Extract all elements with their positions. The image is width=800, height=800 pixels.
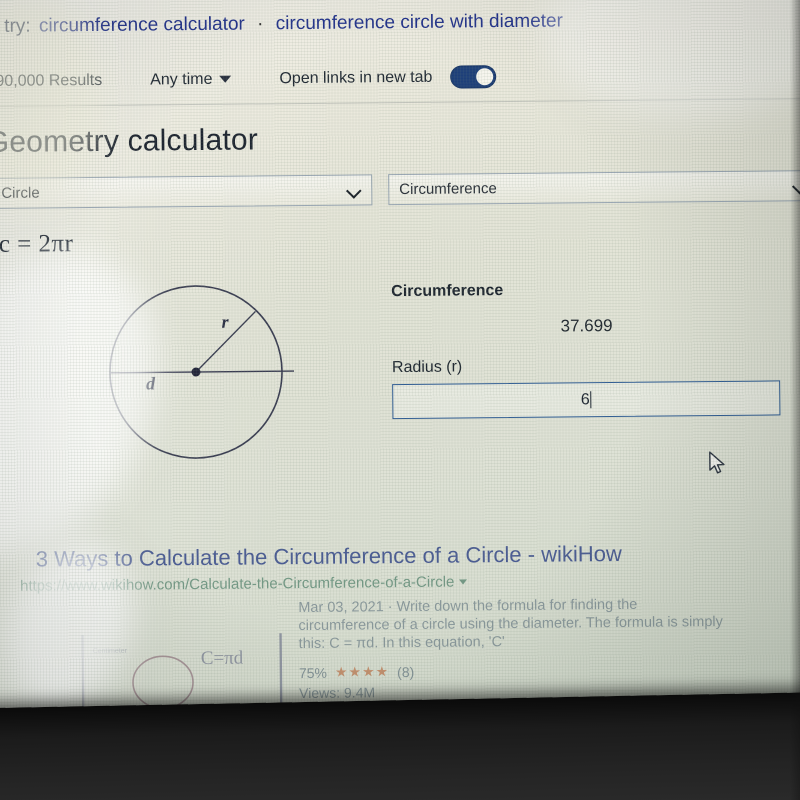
page-title: Geometry calculator (0, 123, 259, 160)
dropbox-icon[interactable] (723, 708, 785, 751)
circle-diagram-svg (109, 285, 295, 459)
results-count: 9,990,000 Results (0, 71, 103, 90)
property-select[interactable]: Circumference (388, 170, 800, 206)
task-view-icon[interactable] (351, 712, 413, 755)
diameter-label: d (146, 373, 156, 394)
text-app-icon[interactable]: a (661, 709, 723, 752)
cortana-icon[interactable] (289, 713, 351, 756)
thumbnail-formula-text: C=πd (201, 648, 244, 669)
results-filter-row: 9,990,000 Results Any time Open links in… (0, 65, 497, 93)
chevron-down-icon (793, 179, 800, 193)
caret-down-icon[interactable] (459, 579, 468, 585)
chevron-down-icon (219, 75, 232, 83)
result-views: Views: 9.4M (299, 684, 376, 702)
taskbar-icons: 1 a (289, 708, 785, 755)
shape-select-value: Circle (1, 184, 40, 202)
rating-percent: 75% (298, 664, 328, 681)
edge-icon[interactable] (413, 711, 475, 754)
also-try-link-1[interactable]: circumference calculator (36, 14, 248, 37)
result-title-link[interactable]: 3 Ways to Calculate the Circumference of… (36, 541, 622, 573)
also-try-link-2[interactable]: circumference circle with diameter (273, 10, 566, 34)
open-links-toggle[interactable] (450, 65, 497, 89)
section-divider (0, 97, 800, 108)
store-icon[interactable] (475, 711, 537, 754)
also-try-separator: · (257, 13, 264, 35)
formula-text: c = 2πr (0, 230, 74, 258)
result-label: Circumference (391, 282, 504, 301)
taskbar-search-underline (47, 731, 198, 734)
result-url[interactable]: https://www.wikihow.com/Calculate-the-Ci… (19, 573, 468, 595)
result-rating: 75% ★★★★ (8) (299, 663, 415, 681)
thumbnail-caption-text: Centimeter (93, 648, 128, 655)
also-try-label: lso try: (0, 15, 31, 38)
circle-diagram: r d (103, 267, 305, 481)
mouse-cursor (709, 451, 725, 474)
mail-badge: 1 (574, 734, 587, 747)
rating-count: (8) (397, 663, 415, 680)
toggle-knob (476, 68, 494, 86)
laptop-screen-surface: lso try: circumference calculator · circ… (0, 0, 800, 755)
mail-icon[interactable]: 1 (537, 710, 599, 753)
result-url-text: https://www.wikihow.com/Calculate-the-Ci… (19, 573, 455, 595)
time-filter-dropdown[interactable]: Any time (150, 70, 232, 89)
result-description: Mar 03, 2021 · Write down the formula fo… (298, 596, 723, 653)
chevron-down-icon (347, 183, 361, 197)
shape-select[interactable]: Circle (0, 174, 373, 209)
radius-input-value: 6 (580, 390, 590, 408)
radius-label: r (221, 311, 229, 332)
taskbar-search-hint[interactable]: to search (0, 713, 43, 732)
time-filter-label: Any time (150, 70, 213, 88)
radius-input-label: Radius (r) (391, 358, 463, 377)
result-value: 37.699 (560, 316, 613, 336)
text-caret (590, 391, 592, 409)
open-links-label: Open links in new tab (279, 68, 433, 87)
also-try-row: lso try: circumference calculator · circ… (0, 10, 566, 38)
radius-input[interactable]: 6 (392, 380, 781, 420)
property-select-value: Circumference (399, 180, 497, 199)
unknown-app-icon[interactable] (599, 710, 661, 753)
browser-content: lso try: circumference calculator · circ… (0, 0, 800, 754)
result-thumbnail[interactable]: C=πd Centimeter (76, 629, 287, 715)
screenshot-root: lso try: circumference calculator · circ… (0, 0, 800, 800)
rating-stars: ★★★★ (334, 663, 390, 680)
